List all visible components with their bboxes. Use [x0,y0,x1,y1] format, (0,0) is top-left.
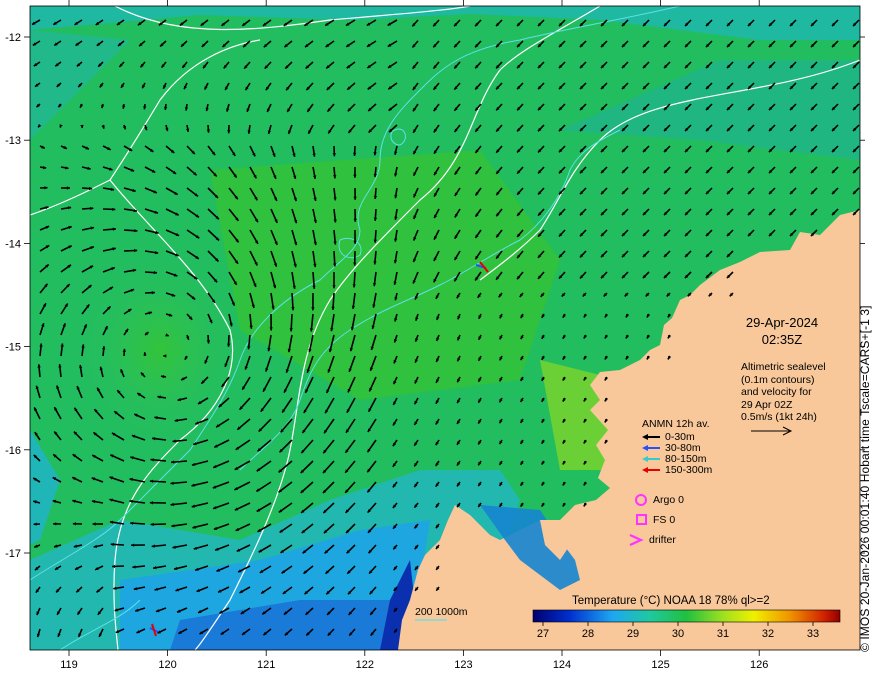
anmn-legend-title: ANMN 12h av. [642,418,710,430]
drifter-label: drifter [649,534,676,546]
info-line: Altimetric sealevel [741,361,826,373]
anmn-legend-row: 150-300m [642,463,713,476]
colorbar-tick-label: 28 [582,628,594,640]
isobath-legend: 200 1000m [415,606,468,619]
info-line: (0.1m contours) [741,373,815,386]
date-block: 29-Apr-2024 02:35Z [730,314,834,348]
lat-tick-label: -17 [5,548,21,560]
anmn-legend: ANMN 12h av. 0-30m 30-80m 80-150m 150-30… [642,418,712,476]
argo-label: Argo 0 [653,494,684,506]
fs-legend: FS 0 [635,513,675,526]
fs-square-icon [636,514,647,525]
info-line: and velocity for [741,386,812,398]
info-block: Altimetric sealevel (0.1m contours) and … [741,361,826,424]
isobath-label: 1000m [435,606,468,618]
arrow-red-icon [642,467,660,473]
arrow-blue-icon [642,445,660,451]
lon-tick-label: 120 [158,659,176,671]
lat-tick-label: -16 [5,445,21,457]
scale-arrow-icon [751,426,793,436]
lon-tick-label: 121 [257,659,275,671]
fs-label: FS 0 [653,513,676,526]
colorbar [532,609,841,623]
side-title: © IMOS 20-Jan-2026 00:01:40 Hobart time … [858,305,872,652]
map-time: 02:35Z [761,332,803,347]
colorbar-tick-label: 27 [537,628,549,640]
colorbar-tick-label: 33 [807,628,819,640]
colorbar-tick-label: 31 [717,628,729,640]
colorbar-tick-label: 29 [627,628,639,640]
lat-tick-label: -12 [5,32,21,44]
anmn-label: 150-300m [665,463,713,476]
lat-tick-label: -14 [5,238,21,250]
arrow-black-icon [642,434,660,440]
lon-tick-label: 123 [454,659,472,671]
lon-tick-label: 124 [553,659,571,671]
lon-tick-label: 126 [750,659,768,671]
argo-legend: Argo 0 [634,493,684,507]
arrow-cyan-icon [642,456,660,462]
drifter-chevron-icon [629,533,644,547]
drifter-legend: drifter [628,533,676,547]
lon-tick-label: 125 [651,659,669,671]
colorbar-tick-label: 32 [762,628,774,640]
lon-tick-label: 119 [60,659,78,671]
colorbar-title: Temperature (°C) NOAA 18 78% ql>=2 [572,595,770,607]
colorbar-tick-label: 30 [672,628,684,640]
lat-tick-label: -13 [5,135,21,147]
info-line: 0.5m/s (1kt 24h) [741,411,817,423]
lat-tick-label: -15 [5,342,21,354]
map-date: 29-Apr-2024 [745,315,819,330]
argo-circle-icon [635,494,647,506]
isobath-label: 200 [415,606,433,618]
info-line: 29 Apr 02Z [741,398,793,411]
lon-tick-label: 122 [356,659,374,671]
